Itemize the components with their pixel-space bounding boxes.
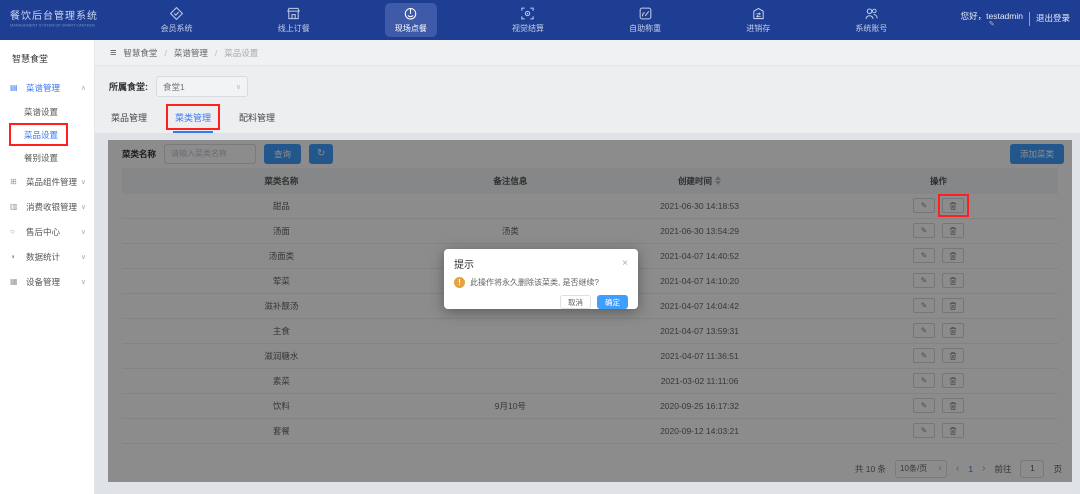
sidebar: 智慧食堂 ▤ 菜谱管理 ∧ 菜谱设置 菜品设置 餐别设置 ⊞ 菜品组件管理 ∨ … [0, 40, 95, 494]
member-icon [169, 6, 184, 21]
online-order-icon [286, 6, 301, 21]
confirm-button[interactable]: 确定 [597, 295, 628, 309]
chevron-down-icon: ∨ [81, 253, 86, 261]
sidebar-collapse-icon[interactable]: ≡ [110, 47, 116, 59]
breadcrumb-item[interactable]: 菜谱管理 [174, 47, 208, 59]
after-sales-icon: ○ [10, 227, 22, 236]
sidebar-item-dish-settings[interactable]: 菜品设置 [0, 123, 94, 146]
breadcrumb: ≡ 智慧食堂 / 菜谱管理 / 菜品设置 [95, 40, 1080, 66]
self-weigh-icon [638, 6, 653, 21]
logout-button[interactable]: 退出登录 [1036, 12, 1070, 24]
chevron-down-icon: ∨ [81, 178, 86, 186]
breadcrumb-item-current: 菜品设置 [224, 47, 258, 59]
nav-item-self-weigh[interactable]: 自助称重 [619, 3, 671, 37]
sidebar-item-dish-component-management[interactable]: ⊞ 菜品组件管理 ∨ [0, 169, 94, 194]
nav-item-system-account[interactable]: 系统账号 [845, 3, 897, 37]
onsite-order-icon [403, 6, 418, 21]
dish-component-icon: ⊞ [10, 177, 22, 186]
nav-item-online-order[interactable]: 线上订餐 [268, 3, 320, 37]
sidebar-item-meal-type-settings[interactable]: 餐别设置 [0, 146, 94, 169]
cancel-button[interactable]: 取消 [560, 295, 591, 309]
tab-ingredient-management[interactable]: 配料管理 [237, 105, 277, 133]
sidebar-item-device-management[interactable]: ▦ 设备管理 ∨ [0, 269, 94, 294]
app-root: 餐饮后台管理系统 MANAGEMENT SYSTEM OF SMART CANT… [0, 0, 1080, 494]
sidebar-item-consume-cashier-management[interactable]: ▥ 消费收银管理 ∨ [0, 194, 94, 219]
dialog-message: 此操作将永久删除该菜类, 是否继续? [470, 277, 599, 288]
breadcrumb-item[interactable]: 智慧食堂 [123, 47, 157, 59]
system-account-icon [864, 6, 879, 21]
tab-category-management[interactable]: 菜类管理 [173, 105, 213, 133]
warning-icon: ! [454, 277, 465, 288]
nav-item-visual-checkout[interactable]: 视觉结算 [502, 3, 554, 37]
table-panel: 菜类名称 查询 ↻ 添加菜类 菜类名称 备注信息 创建时间 操作 [108, 140, 1072, 482]
device-icon: ▦ [10, 277, 22, 286]
sidebar-item-after-sales-center[interactable]: ○ 售后中心 ∨ [0, 219, 94, 244]
app-logo: 餐饮后台管理系统 MANAGEMENT SYSTEM OF SMART CANT… [0, 7, 118, 33]
sidebar-item-recipe-settings[interactable]: 菜谱设置 [0, 100, 94, 123]
chevron-up-icon: ∧ [81, 84, 86, 92]
divider [1029, 12, 1030, 26]
recipe-management-icon: ▤ [10, 83, 22, 92]
statistics-icon: ◑ [10, 252, 22, 261]
app-subtitle: MANAGEMENT SYSTEM OF SMART CANTEEN [10, 23, 95, 27]
tabs: 菜品管理 菜类管理 配料管理 [95, 105, 1080, 134]
nav-item-inventory[interactable]: 进销存 [736, 3, 780, 37]
chevron-down-icon: ∨ [81, 278, 86, 286]
chevron-down-icon: ∨ [81, 228, 86, 236]
dialog-title: 提示 [454, 256, 474, 271]
confirm-dialog: 提示 × ! 此操作将永久删除该菜类, 是否继续? 取消 确定 [444, 249, 638, 309]
cashier-icon: ▥ [10, 202, 22, 211]
filter-panel: 所属食堂: 食堂1 ∨ 菜品管理 菜类管理 配料管理 [95, 66, 1080, 134]
modal-overlay [108, 140, 1072, 482]
sidebar-item-recipe-management[interactable]: ▤ 菜谱管理 ∧ [0, 75, 94, 100]
sidebar-title: 智慧食堂 [0, 40, 94, 75]
tab-dish-management[interactable]: 菜品管理 [109, 105, 149, 133]
canteen-select[interactable]: 食堂1 ∨ [156, 76, 248, 97]
trash-icon [949, 201, 957, 211]
nav-item-onsite-order[interactable]: 现场点餐 [385, 3, 437, 37]
sidebar-item-data-statistics[interactable]: ◑ 数据统计 ∨ [0, 244, 94, 269]
delete-button[interactable] [942, 198, 964, 213]
chevron-down-icon: ∨ [81, 203, 86, 211]
top-nav-items: 会员系统 线上订餐 现场点餐 [118, 0, 930, 40]
chevron-down-icon: ∨ [236, 83, 241, 91]
user-block: 您好，testadmin ✎ 退出登录 [930, 11, 1080, 30]
canteen-filter-label: 所属食堂: [109, 80, 148, 93]
top-navigation: 餐饮后台管理系统 MANAGEMENT SYSTEM OF SMART CANT… [0, 0, 1080, 40]
visual-checkout-icon [520, 6, 535, 21]
nav-item-member-system[interactable]: 会员系统 [151, 3, 203, 37]
greeting-text: 您好，testadmin [961, 11, 1023, 21]
edit-account-icon[interactable]: ✎ [989, 21, 995, 29]
close-icon[interactable]: × [622, 259, 628, 269]
inventory-icon [751, 6, 766, 21]
